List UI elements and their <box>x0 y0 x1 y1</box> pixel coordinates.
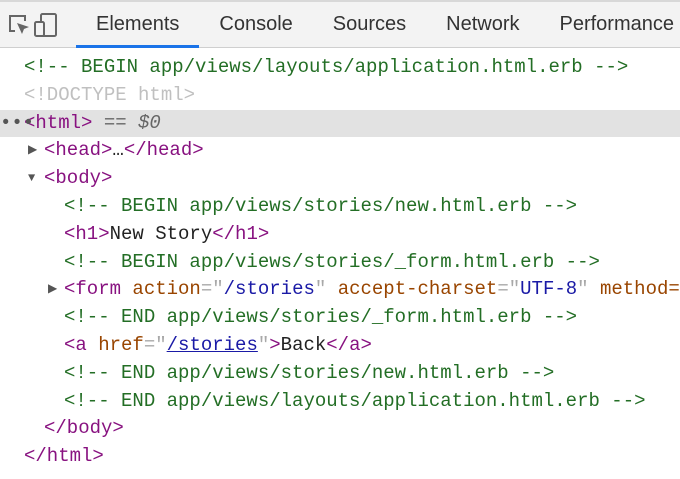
dom-node-row[interactable]: </html> <box>0 443 680 471</box>
dom-node-row[interactable]: <!-- BEGIN app/views/layouts/application… <box>0 54 680 82</box>
token-punct: " <box>314 278 338 301</box>
token-tag: </html> <box>24 445 104 468</box>
inspect-element-icon <box>9 14 29 34</box>
tab-sources[interactable]: Sources <box>313 2 426 47</box>
token-text: … <box>112 139 124 162</box>
more-options-icon[interactable]: ••• <box>0 110 34 138</box>
dom-node-row[interactable]: ▼ <body> <box>0 165 680 193</box>
dom-node-row[interactable]: <a href="/stories">Back</a> <box>0 332 680 360</box>
token-tag: <head> <box>44 139 113 162</box>
token-tag: <a <box>64 333 99 356</box>
token-attr: accept-charset <box>337 278 498 301</box>
token-punct: " <box>257 333 270 356</box>
tab-performance[interactable]: Performance <box>540 2 680 47</box>
dom-node-row[interactable]: </body> <box>0 415 680 443</box>
token-val: UTF-8 <box>520 278 578 301</box>
expanded-triangle-icon[interactable]: ▼ <box>28 165 35 193</box>
device-toolbar-icon <box>34 12 57 37</box>
inspect-element-button[interactable] <box>6 2 32 47</box>
dom-node-row[interactable]: <!-- END app/views/stories/new.html.erb … <box>0 360 680 388</box>
token-punct: =" <box>497 278 521 301</box>
dom-node-row[interactable]: ▶ <form action="/stories" accept-charset=… <box>0 276 680 304</box>
dom-node-row[interactable]: <!-- BEGIN app/views/stories/new.html.er… <box>0 193 680 221</box>
token-comment: <!-- END app/views/layouts/application.h… <box>64 389 646 412</box>
token-val: /stories <box>223 278 315 301</box>
dom-node-row[interactable]: <!DOCTYPE html> <box>0 82 680 110</box>
token-tag: > <box>269 333 281 356</box>
token-punct: =" <box>143 333 167 356</box>
token-attr: action <box>132 278 201 301</box>
token-tag: </body> <box>44 417 124 440</box>
token-attr: method= <box>599 278 680 301</box>
token-comment: <!-- BEGIN app/views/stories/_form.html.… <box>64 250 600 273</box>
token-sel-eq: == <box>92 111 139 134</box>
dom-node-row[interactable]: ▶ <head>…</head> <box>0 137 680 165</box>
token-attr: href <box>98 333 144 356</box>
token-tag: </a> <box>326 333 372 356</box>
token-tag: </h1> <box>212 222 270 245</box>
token-text: New Story <box>109 222 213 245</box>
token-text: Back <box>280 333 327 356</box>
token-tag: </head> <box>123 139 204 162</box>
collapsed-triangle-icon[interactable]: ▶ <box>28 137 37 165</box>
dom-node-row[interactable]: <!-- BEGIN app/views/stories/_form.html.… <box>0 249 680 277</box>
tab-console[interactable]: Console <box>199 2 312 47</box>
token-sel-var: $0 <box>138 111 161 134</box>
token-tag: <body> <box>44 167 113 190</box>
dom-node-row[interactable]: <!-- END app/views/stories/_form.html.er… <box>0 304 680 332</box>
collapsed-triangle-icon[interactable]: ▶ <box>48 276 57 304</box>
token-punct: =" <box>200 278 224 301</box>
dom-tree: <!-- BEGIN app/views/layouts/application… <box>0 48 680 471</box>
token-tag: <h1> <box>64 222 110 245</box>
token-tag: <form <box>64 278 133 301</box>
token-comment: <!-- END app/views/stories/_form.html.er… <box>64 306 578 329</box>
device-toolbar-button[interactable] <box>32 2 60 47</box>
token-comment: <!-- BEGIN app/views/layouts/application… <box>24 56 629 78</box>
dom-node-row[interactable]: <!-- END app/views/layouts/application.h… <box>0 388 680 416</box>
devtools-toolbar: Elements Console Sources Network Performance <box>0 0 680 48</box>
tab-elements[interactable]: Elements <box>76 2 200 48</box>
dom-node-row[interactable]: ••• <html> == $0 <box>0 109 680 138</box>
tab-network[interactable]: Network <box>426 2 539 47</box>
token-link[interactable]: /stories <box>167 334 258 356</box>
token-comment: <!-- END app/views/stories/new.html.erb … <box>64 361 555 384</box>
token-tag: <html> <box>24 111 93 134</box>
dom-node-row[interactable]: <h1>New Story</h1> <box>0 221 680 249</box>
token-punct: " <box>577 278 600 301</box>
token-comment: <!-- BEGIN app/views/stories/new.html.er… <box>64 194 578 217</box>
token-doctype: <!DOCTYPE html> <box>24 83 196 106</box>
